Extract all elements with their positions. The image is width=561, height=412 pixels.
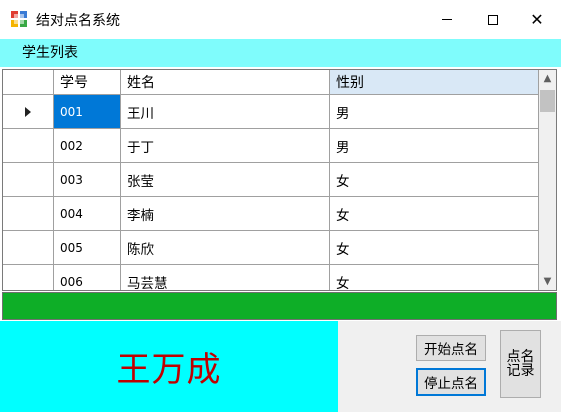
maximize-button[interactable] bbox=[470, 0, 516, 39]
name-display-panel: 王万成 bbox=[0, 321, 338, 412]
table-row[interactable]: 006 马芸慧女 bbox=[3, 265, 539, 290]
cell-name[interactable]: 王川 bbox=[121, 95, 330, 129]
minimize-button[interactable] bbox=[424, 0, 470, 39]
cell-gender[interactable]: 女 bbox=[330, 197, 539, 231]
title-bar: 结对点名系统 ✕ bbox=[0, 0, 561, 39]
menu-bar: 学生列表 bbox=[0, 39, 561, 67]
start-rollcall-button[interactable]: 开始点名 bbox=[416, 335, 486, 361]
rollcall-record-button[interactable]: 点名记录 bbox=[500, 330, 541, 398]
control-panel: 王万成 开始点名 停止点名 点名记录 bbox=[0, 321, 561, 412]
current-row-pointer-icon bbox=[25, 106, 31, 117]
close-icon: ✕ bbox=[530, 10, 544, 29]
cell-name[interactable]: 于丁 bbox=[121, 129, 330, 163]
minimize-icon bbox=[442, 19, 452, 20]
maximize-icon bbox=[488, 14, 498, 25]
row-header[interactable] bbox=[3, 197, 54, 231]
menu-student-list[interactable]: 学生列表 bbox=[12, 39, 88, 67]
cell-gender[interactable]: 女 bbox=[330, 163, 539, 197]
cell-id[interactable]: 002 bbox=[54, 129, 121, 163]
table-viewport: 学号 姓名 性别 001 王川男 002 于丁男 003 张莹女 004 李楠女 005 陈欣女 0… bbox=[3, 70, 539, 290]
cell-name[interactable]: 李楠 bbox=[121, 197, 330, 231]
scroll-thumb[interactable] bbox=[540, 90, 555, 112]
row-header[interactable] bbox=[3, 129, 54, 163]
window-title: 结对点名系统 bbox=[36, 13, 120, 29]
cell-id[interactable]: 004 bbox=[54, 197, 121, 231]
stop-rollcall-button[interactable]: 停止点名 bbox=[416, 368, 486, 396]
table-row[interactable]: 002 于丁男 bbox=[3, 129, 539, 163]
scroll-down-icon[interactable]: ▼ bbox=[539, 273, 556, 290]
row-header[interactable] bbox=[3, 265, 54, 290]
student-table[interactable]: 学号 姓名 性别 001 王川男 002 于丁男 003 张莹女 004 李楠女 005 陈欣女 0… bbox=[2, 69, 557, 291]
cell-gender[interactable]: 男 bbox=[330, 95, 539, 129]
cell-gender[interactable]: 女 bbox=[330, 231, 539, 265]
close-button[interactable]: ✕ bbox=[514, 0, 560, 39]
cell-id[interactable]: 005 bbox=[54, 231, 121, 265]
table-row[interactable]: 004 李楠女 bbox=[3, 197, 539, 231]
scroll-up-icon[interactable]: ▲ bbox=[539, 70, 556, 87]
column-header-gender[interactable]: 性别 bbox=[330, 70, 539, 95]
cell-id[interactable]: 001 bbox=[54, 95, 121, 129]
cell-name[interactable]: 马芸慧 bbox=[121, 265, 330, 290]
app-icon bbox=[11, 11, 27, 27]
table-row[interactable]: 001 王川男 bbox=[3, 95, 539, 129]
cell-gender[interactable]: 男 bbox=[330, 129, 539, 163]
corner-header[interactable] bbox=[3, 70, 54, 95]
column-header-name[interactable]: 姓名 bbox=[121, 70, 330, 95]
vertical-scrollbar[interactable]: ▲ ▼ bbox=[539, 70, 556, 290]
current-name: 王万成 bbox=[116, 350, 222, 390]
progress-bar bbox=[2, 292, 557, 320]
row-header[interactable] bbox=[3, 163, 54, 197]
table-row[interactable]: 003 张莹女 bbox=[3, 163, 539, 197]
cell-name[interactable]: 陈欣 bbox=[121, 231, 330, 265]
cell-name[interactable]: 张莹 bbox=[121, 163, 330, 197]
row-header[interactable] bbox=[3, 95, 54, 129]
table-row[interactable]: 005 陈欣女 bbox=[3, 231, 539, 265]
cell-id[interactable]: 003 bbox=[54, 163, 121, 197]
table-header: 学号 姓名 性别 bbox=[3, 70, 539, 95]
cell-id[interactable]: 006 bbox=[54, 265, 121, 290]
column-header-id[interactable]: 学号 bbox=[54, 70, 121, 95]
cell-gender[interactable]: 女 bbox=[330, 265, 539, 290]
row-header[interactable] bbox=[3, 231, 54, 265]
